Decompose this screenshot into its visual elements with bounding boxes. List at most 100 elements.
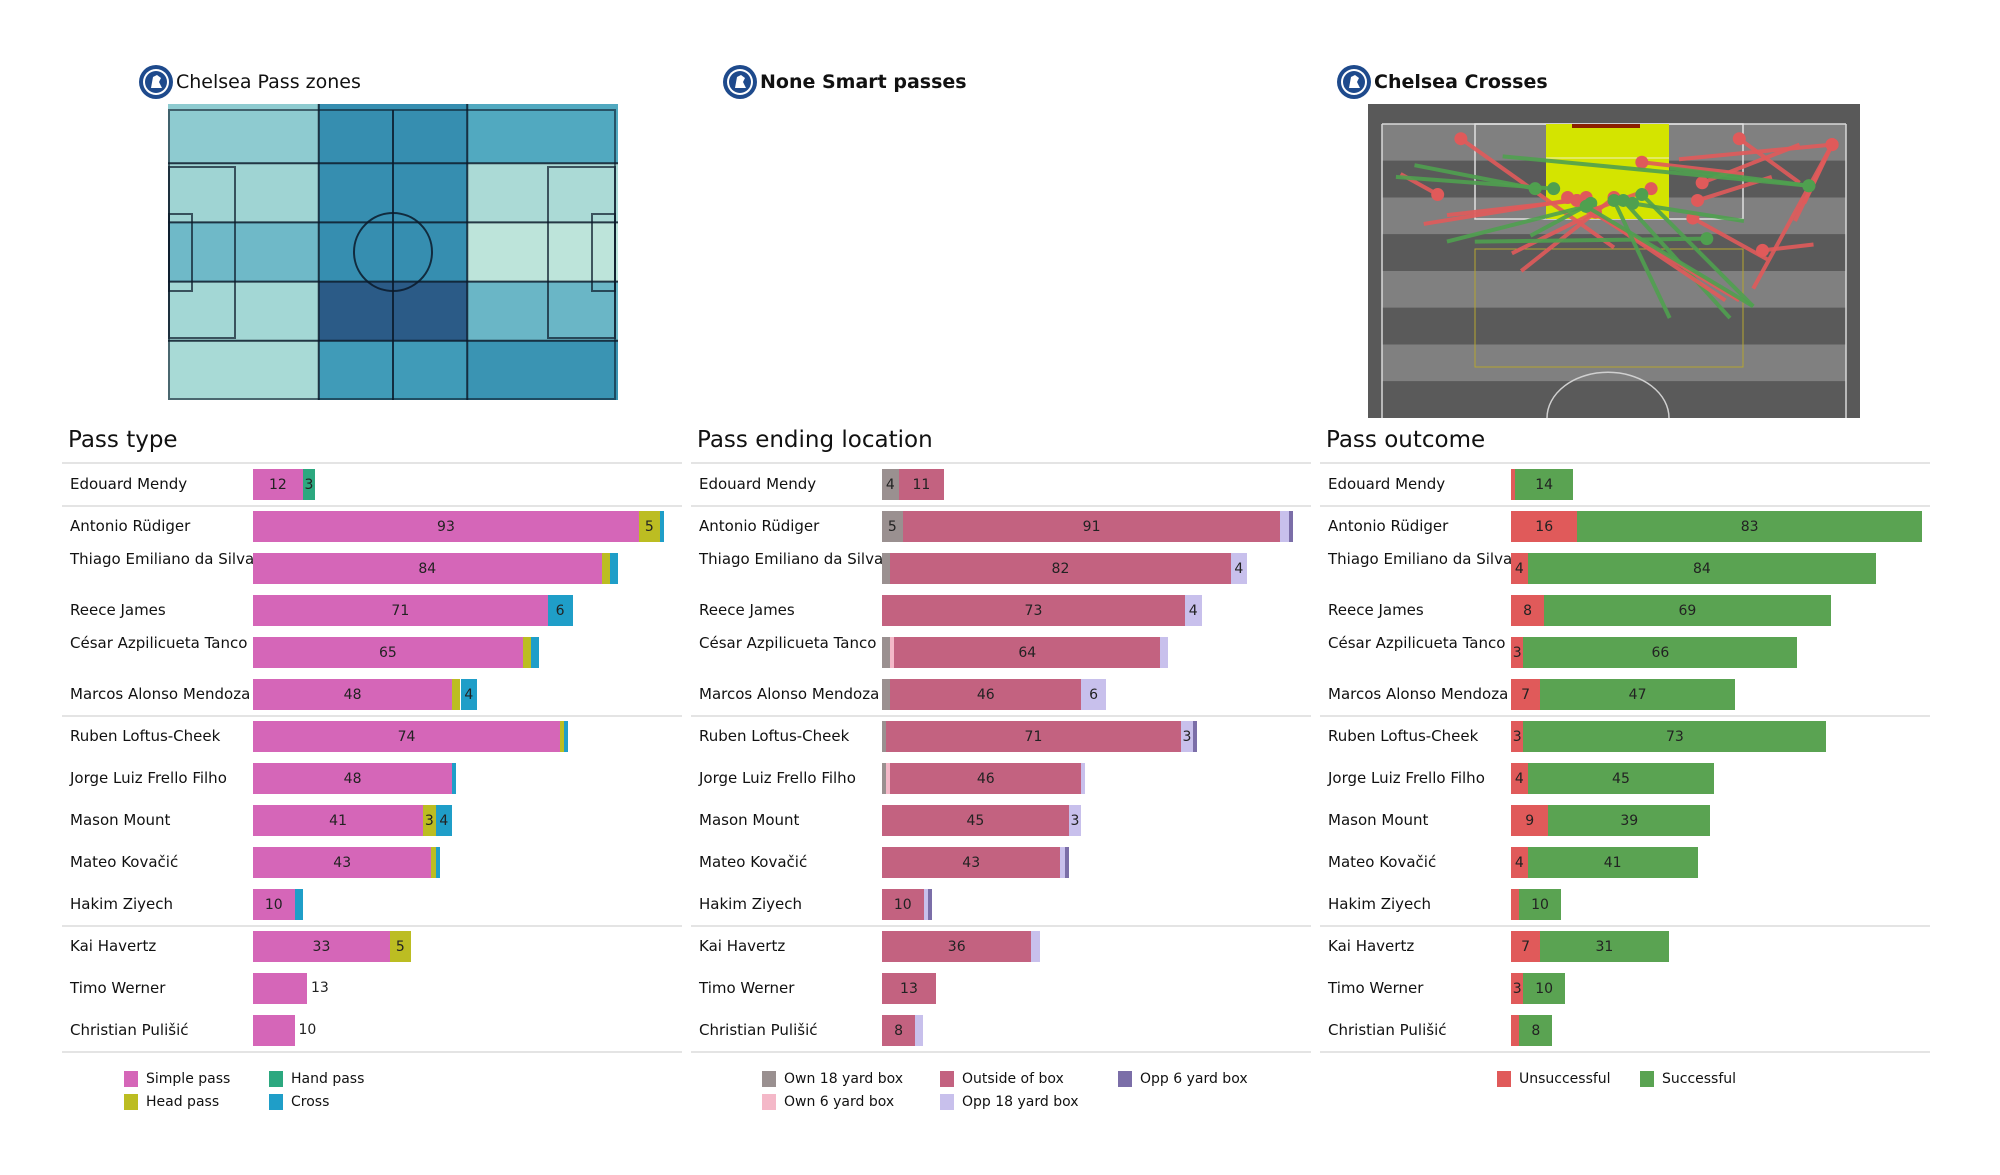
bar-value-label: 73	[1024, 602, 1043, 619]
bar-segment: 8	[1511, 595, 1545, 626]
player-name: Reece James	[699, 601, 795, 619]
heatmap-cell	[393, 222, 468, 282]
bar-segment: 45	[1527, 763, 1715, 794]
bar-value-label: 31	[1595, 938, 1614, 955]
bar-segment	[435, 847, 440, 878]
bar-segment: 6	[547, 595, 573, 626]
cross-end-point	[1732, 132, 1746, 146]
bar-segment	[1031, 931, 1040, 962]
bar-value-label: 4	[1514, 770, 1524, 787]
bar-value-label: 3	[1182, 728, 1192, 745]
bar-segment: 10	[1523, 973, 1565, 1004]
bar-segment	[659, 511, 664, 542]
cross-end-point	[1700, 232, 1714, 246]
bar-segment: 4	[1511, 553, 1528, 584]
bar-value-label: 5	[887, 518, 897, 535]
bar-segment: 83	[1577, 511, 1922, 542]
bar-segment: 12	[253, 469, 303, 500]
bar-segment: 3	[1511, 721, 1524, 752]
player-name: Mason Mount	[699, 811, 800, 829]
bar-segment: 45	[882, 805, 1069, 836]
bar-value-label: 82	[1051, 560, 1070, 577]
pitch-stripe	[1382, 381, 1846, 418]
bar-segment	[927, 889, 932, 920]
player-name: Thiago Emiliano da Silva	[1328, 550, 1513, 568]
bar-segment: 5	[882, 511, 903, 542]
player-name: Timo Werner	[699, 979, 795, 997]
pitch-stripe	[1382, 307, 1846, 345]
player-name: César Azpilicueta Tanco	[1328, 634, 1506, 652]
bar-value-label: 73	[1665, 728, 1684, 745]
row-divider	[62, 462, 682, 464]
bar-segment	[601, 553, 610, 584]
bar-segment: 10	[253, 889, 295, 920]
legend-label: Opp 18 yard box	[962, 1094, 1079, 1110]
bar-segment	[1511, 1015, 1520, 1046]
bar-segment: 4	[1184, 595, 1202, 626]
legend-swatch	[124, 1071, 138, 1087]
player-name: Marcos Alonso Mendoza	[70, 685, 251, 703]
bar-segment: 8	[1519, 1015, 1553, 1046]
legend-item: Cross	[269, 1094, 329, 1110]
bar-segment	[1193, 721, 1198, 752]
bar-segment: 84	[1527, 553, 1877, 584]
bar-value-label: 36	[947, 938, 966, 955]
bar-value-label: 4	[885, 476, 895, 493]
crosses-pitch	[1368, 104, 1860, 418]
bar-segment: 66	[1523, 637, 1798, 668]
row-divider	[1320, 505, 1930, 507]
bar-segment: 3	[1511, 637, 1524, 668]
bar-value-label: 12	[268, 476, 287, 493]
player-name: Kai Havertz	[70, 937, 157, 955]
legend-swatch	[762, 1071, 776, 1087]
bar-segment: 5	[638, 511, 660, 542]
bar-segment	[294, 889, 303, 920]
bar-value-label: 8	[894, 1022, 904, 1039]
bar-value-label: 3	[1512, 728, 1522, 745]
bar-value-label: 4	[1234, 560, 1244, 577]
pass-ending-location-title: Pass ending location	[697, 427, 933, 453]
bar-segment: 46	[890, 679, 1082, 710]
player-name: César Azpilicueta Tanco	[699, 634, 877, 652]
bar-value-label: 14	[1535, 476, 1554, 493]
player-name: Christian Pulišić	[699, 1021, 818, 1039]
bar-value-label: 43	[333, 854, 352, 871]
goal	[1572, 124, 1640, 128]
bar-segment: 41	[253, 805, 424, 836]
legend-item: Own 6 yard box	[762, 1094, 894, 1110]
bar-segment: 4	[460, 679, 478, 710]
heatmap-cell	[393, 163, 468, 223]
legend-label: Opp 6 yard box	[1140, 1071, 1248, 1087]
bar-segment: 10	[1519, 889, 1561, 920]
bar-segment: 3	[1068, 805, 1082, 836]
player-name: Christian Pulišić	[70, 1021, 189, 1039]
bar-segment	[609, 553, 619, 584]
player-name: Edouard Mendy	[699, 475, 817, 493]
bar-segment: 4	[435, 805, 453, 836]
legend-swatch	[269, 1094, 283, 1110]
bar-segment: 16	[1511, 511, 1578, 542]
heatmap-cell	[467, 340, 618, 400]
cross-end-point	[1802, 179, 1816, 193]
row-divider	[691, 505, 1311, 507]
legend-swatch	[1497, 1071, 1511, 1087]
bar-segment: 41	[1527, 847, 1698, 878]
bar-segment: 93	[253, 511, 639, 542]
bar-segment: 48	[253, 679, 453, 710]
player-name: Hakim Ziyech	[70, 895, 174, 913]
legend-item: Simple pass	[124, 1071, 230, 1087]
cross-end-point	[1825, 138, 1839, 152]
bar-value-label: 16	[1535, 518, 1554, 535]
cross-end-point	[1695, 176, 1709, 190]
heatmap-cell	[318, 104, 393, 164]
bar-segment	[882, 679, 891, 710]
bar-segment: 9	[1511, 805, 1549, 836]
row-divider	[691, 462, 1311, 464]
bar-segment: 36	[882, 931, 1032, 962]
bar-value-label: 48	[343, 686, 362, 703]
player-name: Timo Werner	[1328, 979, 1424, 997]
player-name: Kai Havertz	[1328, 937, 1415, 955]
bar-segment: 48	[253, 763, 453, 794]
heatmap-cell	[168, 340, 319, 400]
heatmap-cell	[393, 281, 468, 341]
